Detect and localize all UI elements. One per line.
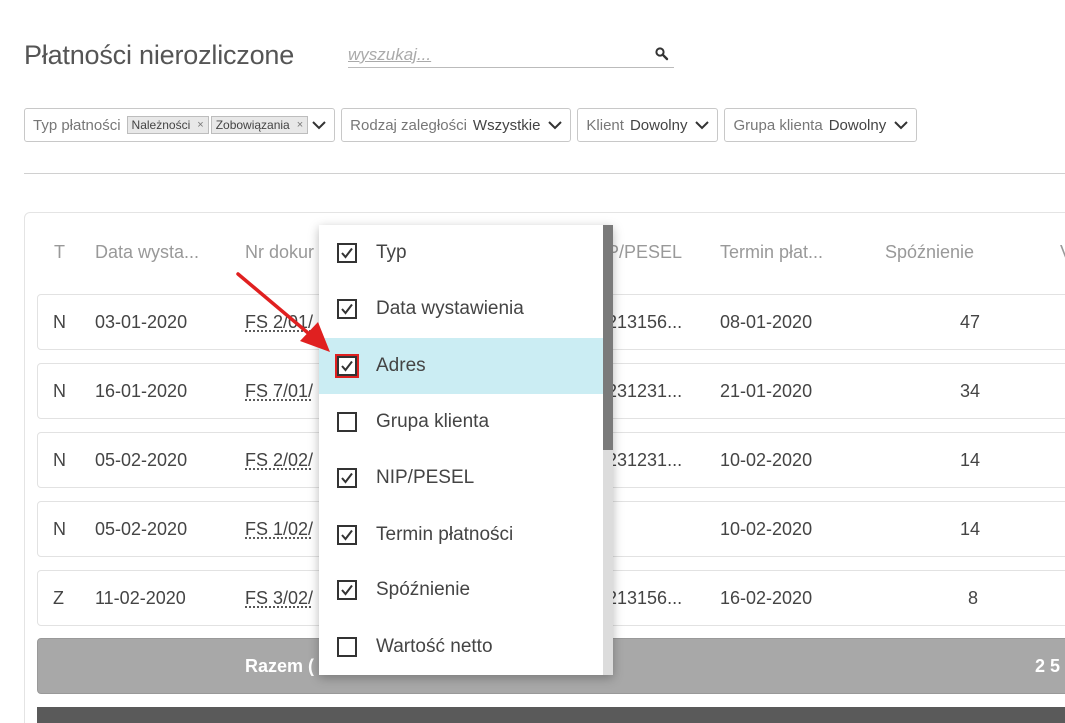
- cell-type: N: [53, 450, 66, 471]
- checkbox-checked-icon[interactable]: [337, 468, 357, 488]
- total-label: Razem (: [245, 656, 314, 677]
- column-header-value[interactable]: V: [1060, 242, 1065, 263]
- cell-nip: 213156...: [607, 312, 682, 333]
- filter-chip-naleznosci[interactable]: Należności ×: [127, 116, 209, 134]
- filter-bar: Typ płatności Należności × Zobowiązania × …: [24, 108, 917, 142]
- cell-type: N: [53, 312, 66, 333]
- cell-delay: 8: [968, 588, 978, 609]
- filter-label: Typ płatności: [33, 117, 121, 134]
- column-header-type[interactable]: T: [54, 242, 65, 263]
- chip-label: Należności: [132, 118, 191, 132]
- chevron-down-icon[interactable]: [312, 120, 326, 130]
- menu-item-label: Data wystawienia: [376, 298, 524, 320]
- cell-due-date: 08-01-2020: [720, 312, 812, 333]
- column-header-due-date[interactable]: Termin płat...: [720, 242, 823, 263]
- cell-delay: 14: [960, 450, 980, 471]
- checkbox-checked-icon[interactable]: [337, 299, 357, 319]
- menu-item-label: Typ: [376, 242, 407, 264]
- chip-remove-icon[interactable]: ×: [197, 119, 203, 131]
- cell-delay: 14: [960, 519, 980, 540]
- menu-item-termin-platnosci[interactable]: Termin płatności: [319, 507, 603, 563]
- filter-value: Dowolny: [630, 117, 688, 134]
- page-title: Płatności nierozliczone: [24, 40, 294, 71]
- menu-item-label: Adres: [376, 355, 426, 377]
- checkbox-unchecked-icon[interactable]: [337, 412, 357, 432]
- filter-label: Klient: [586, 117, 624, 134]
- cell-nip: 213156...: [607, 588, 682, 609]
- chip-label: Zobowiązania: [216, 118, 290, 132]
- menu-item-label: NIP/PESEL: [376, 467, 474, 489]
- menu-item-spoznienie[interactable]: Spóźnienie: [319, 562, 603, 618]
- cell-due-date: 21-01-2020: [720, 381, 812, 402]
- horizontal-scrollbar[interactable]: [37, 707, 1065, 723]
- column-visibility-menu: Typ Data wystawienia Adres Grupa klienta…: [319, 225, 613, 675]
- menu-item-adres[interactable]: Adres: [319, 338, 603, 394]
- chevron-down-icon[interactable]: [548, 120, 562, 130]
- cell-due-date: 16-02-2020: [720, 588, 812, 609]
- menu-item-grupa-klienta[interactable]: Grupa klienta: [319, 394, 603, 450]
- checkbox-checked-icon[interactable]: [337, 525, 357, 545]
- filter-label: Grupa klienta: [733, 117, 822, 134]
- cell-type: N: [53, 381, 66, 402]
- filter-value: Wszystkie: [473, 117, 541, 134]
- cell-type: Z: [53, 588, 64, 609]
- menu-item-label: Termin płatności: [376, 524, 513, 546]
- cell-doc-link[interactable]: FS 3/02/: [245, 588, 313, 609]
- checkbox-checked-icon[interactable]: [337, 356, 357, 376]
- chip-remove-icon[interactable]: ×: [297, 119, 303, 131]
- cell-nip: 231231...: [607, 450, 682, 471]
- menu-item-label: Grupa klienta: [376, 411, 489, 433]
- cell-nip: 231231...: [607, 381, 682, 402]
- menu-item-wartosc-netto[interactable]: Wartość netto: [319, 619, 603, 675]
- column-header-doc-number[interactable]: Nr dokur: [245, 242, 314, 263]
- cell-date: 16-01-2020: [95, 381, 187, 402]
- chevron-down-icon[interactable]: [695, 120, 709, 130]
- filter-payment-type[interactable]: Typ płatności Należności × Zobowiązania ×: [24, 108, 335, 142]
- cell-due-date: 10-02-2020: [720, 519, 812, 540]
- cell-doc-link[interactable]: FS 2/02/: [245, 450, 313, 471]
- cell-doc-link[interactable]: FS 7/01/: [245, 381, 313, 402]
- menu-item-label: Wartość netto: [376, 636, 493, 658]
- column-header-delay[interactable]: Spóźnienie: [885, 242, 974, 263]
- search-icon[interactable]: [654, 46, 670, 62]
- filter-value: Dowolny: [829, 117, 887, 134]
- menu-scrollbar-thumb[interactable]: [603, 225, 613, 450]
- checkbox-checked-icon[interactable]: [337, 243, 357, 263]
- filter-client[interactable]: Klient Dowolny: [577, 108, 718, 142]
- chevron-down-icon[interactable]: [894, 120, 908, 130]
- search-box[interactable]: [348, 44, 674, 68]
- menu-item-data-wystawienia[interactable]: Data wystawienia: [319, 281, 603, 337]
- checkbox-checked-icon[interactable]: [337, 580, 357, 600]
- cell-date: 11-02-2020: [95, 588, 186, 609]
- cell-date: 05-02-2020: [95, 450, 187, 471]
- cell-delay: 47: [960, 312, 980, 333]
- filter-client-group[interactable]: Grupa klienta Dowolny: [724, 108, 917, 142]
- cell-due-date: 10-02-2020: [720, 450, 812, 471]
- total-value: 2 5: [1035, 656, 1060, 677]
- cell-date: 03-01-2020: [95, 312, 187, 333]
- filter-overdue-type[interactable]: Rodzaj zaległości Wszystkie: [341, 108, 571, 142]
- cell-date: 05-02-2020: [95, 519, 187, 540]
- cell-doc-link[interactable]: FS 1/02/: [245, 519, 313, 540]
- divider: [24, 173, 1065, 174]
- menu-scrollbar[interactable]: [603, 225, 613, 675]
- checkbox-unchecked-icon[interactable]: [337, 637, 357, 657]
- menu-item-label: Spóźnienie: [376, 579, 470, 601]
- cell-delay: 34: [960, 381, 980, 402]
- menu-item-nip-pesel[interactable]: NIP/PESEL: [319, 450, 603, 506]
- filter-chip-zobowiazania[interactable]: Zobowiązania ×: [211, 116, 308, 134]
- search-input[interactable]: [348, 44, 638, 66]
- annotation-arrow-icon: [230, 266, 340, 356]
- filter-label: Rodzaj zaległości: [350, 117, 467, 134]
- cell-type: N: [53, 519, 66, 540]
- menu-item-typ[interactable]: Typ: [319, 225, 603, 281]
- column-header-date[interactable]: Data wysta...: [95, 242, 199, 263]
- column-header-nip[interactable]: P/PESEL: [607, 242, 682, 263]
